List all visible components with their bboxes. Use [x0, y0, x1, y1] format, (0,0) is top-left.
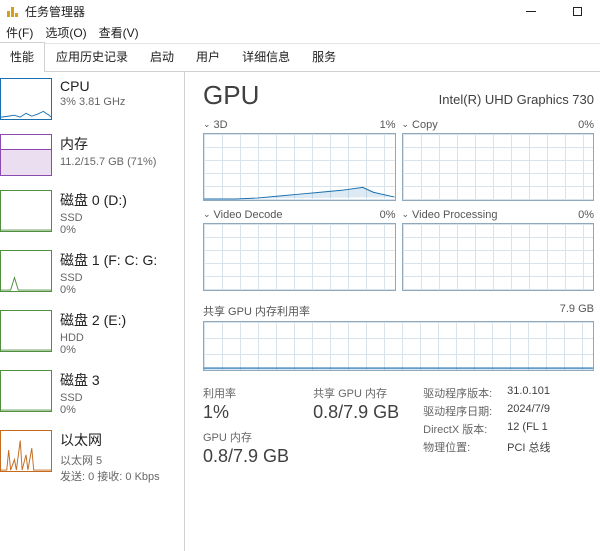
sidebar-item-sub: 以太网 5 [60, 452, 160, 468]
disk-thumb-icon [0, 310, 52, 352]
maximize-button[interactable] [554, 0, 600, 22]
chart-copy: ⌄Copy 0% [402, 119, 595, 201]
menu-view[interactable]: 查看(V) [93, 24, 145, 41]
shared-label: 共享 GPU 内存利用率 [203, 303, 310, 319]
stat-shared-memory: 共享 GPU 内存 0.8/7.9 GB [313, 385, 399, 467]
chart-area [203, 321, 594, 371]
sidebar-item-stat: 0% [60, 344, 126, 356]
chart-label: Video Decode [214, 209, 283, 221]
sidebar-item-label: 磁盘 3 [60, 370, 100, 390]
info-val: 2024/7/9 [507, 403, 550, 419]
chart-label: Copy [412, 119, 438, 131]
sidebar-item-label: 磁盘 1 (F: C: G: [60, 250, 157, 270]
disk-thumb-icon [0, 190, 52, 232]
ethernet-thumb-icon [0, 430, 52, 472]
sidebar-item-stat: 3% 3.81 GHz [60, 96, 125, 108]
sidebar-item-cpu[interactable]: CPU 3% 3.81 GHz [0, 72, 184, 128]
sidebar-item-disk1[interactable]: 磁盘 1 (F: C: G: SSD 0% [0, 244, 184, 304]
minimize-button[interactable] [508, 0, 554, 22]
main-panel: GPU Intel(R) UHD Graphics 730 ⌄3D 1% ⌄Co… [185, 72, 600, 551]
tab-details[interactable]: 详细信息 [231, 42, 301, 71]
chart-video-decode: ⌄Video Decode 0% [203, 209, 396, 291]
shared-gpu-chart: 共享 GPU 内存利用率 7.9 GB [203, 303, 600, 371]
info-key: DirectX 版本: [423, 421, 507, 437]
sidebar-item-memory[interactable]: 内存 11.2/15.7 GB (71%) [0, 128, 184, 184]
tab-startup[interactable]: 启动 [139, 42, 185, 71]
tab-app-history[interactable]: 应用历史记录 [45, 42, 139, 71]
sidebar-item-sub: SSD [60, 272, 157, 284]
sidebar-item-stat: 0% [60, 224, 127, 236]
info-val: 12 (FL 1 [507, 421, 548, 437]
sidebar-item-sub: HDD [60, 332, 126, 344]
stat-gpu-memory: GPU 内存 0.8/7.9 GB [203, 429, 289, 467]
chart-area [203, 133, 396, 201]
app-icon [6, 4, 20, 18]
chevron-down-icon[interactable]: ⌄ [203, 209, 211, 219]
chart-label: Video Processing [412, 209, 497, 221]
stat-value: 1% [203, 402, 289, 423]
gpu-info: 驱动程序版本:31.0.101 驱动程序日期:2024/7/9 DirectX … [423, 385, 550, 467]
stat-utilization: 利用率 1% [203, 385, 289, 423]
sidebar-item-stat: 0% [60, 284, 157, 296]
sidebar-item-sub: SSD [60, 392, 100, 404]
stat-value: 0.8/7.9 GB [313, 402, 399, 423]
gpu-heading: GPU [203, 80, 259, 111]
stat-label: 共享 GPU 内存 [313, 385, 399, 401]
sidebar-item-disk2[interactable]: 磁盘 2 (E:) HDD 0% [0, 304, 184, 364]
sidebar-item-ethernet[interactable]: 以太网 以太网 5 发送: 0 接收: 0 Kbps [0, 424, 184, 492]
sidebar-item-label: CPU [60, 78, 125, 94]
chart-pct: 0% [380, 209, 396, 221]
sidebar: CPU 3% 3.81 GHz 内存 11.2/15.7 GB (71%) 磁盘… [0, 72, 185, 551]
shared-max: 7.9 GB [560, 303, 594, 319]
sidebar-item-label: 内存 [60, 134, 156, 154]
info-key: 物理位置: [423, 439, 507, 455]
menubar: 件(F) 选项(O) 查看(V) [0, 22, 600, 44]
gpu-model: Intel(R) UHD Graphics 730 [439, 92, 594, 107]
chart-pct: 0% [578, 209, 594, 221]
sidebar-item-sub: SSD [60, 212, 127, 224]
disk-thumb-icon [0, 250, 52, 292]
chevron-down-icon[interactable]: ⌄ [402, 119, 410, 129]
gpu-header: GPU Intel(R) UHD Graphics 730 [203, 80, 600, 111]
sidebar-item-disk0[interactable]: 磁盘 0 (D:) SSD 0% [0, 184, 184, 244]
info-key: 驱动程序日期: [423, 403, 507, 419]
chart-area [402, 133, 595, 201]
sidebar-item-stat: 发送: 0 接收: 0 Kbps [60, 468, 160, 484]
chart-pct: 1% [380, 119, 396, 131]
sidebar-item-label: 以太网 [60, 430, 160, 450]
sidebar-item-stat: 11.2/15.7 GB (71%) [60, 156, 156, 168]
chart-pct: 0% [578, 119, 594, 131]
menu-file[interactable]: 件(F) [0, 24, 39, 41]
info-key: 驱动程序版本: [423, 385, 507, 401]
menu-options[interactable]: 选项(O) [39, 24, 92, 41]
chart-area [203, 223, 396, 291]
info-val: 31.0.101 [507, 385, 550, 401]
cpu-thumb-icon [0, 78, 52, 120]
chevron-down-icon[interactable]: ⌄ [203, 119, 211, 129]
info-val: PCI 总线 [507, 439, 550, 455]
stat-value: 0.8/7.9 GB [203, 446, 289, 467]
titlebar: 任务管理器 [0, 0, 600, 22]
window-title: 任务管理器 [25, 3, 85, 20]
sidebar-item-label: 磁盘 0 (D:) [60, 190, 127, 210]
tab-users[interactable]: 用户 [185, 42, 231, 71]
sidebar-item-disk3[interactable]: 磁盘 3 SSD 0% [0, 364, 184, 424]
window-controls [508, 0, 600, 22]
gpu-stats: 利用率 1% GPU 内存 0.8/7.9 GB 共享 GPU 内存 0.8/7… [203, 385, 600, 467]
chart-area [402, 223, 595, 291]
disk-thumb-icon [0, 370, 52, 412]
chart-video-processing: ⌄Video Processing 0% [402, 209, 595, 291]
sidebar-item-label: 磁盘 2 (E:) [60, 310, 126, 330]
stat-label: 利用率 [203, 385, 289, 401]
tab-strip: 性能 应用历史记录 启动 用户 详细信息 服务 [0, 44, 600, 72]
chevron-down-icon[interactable]: ⌄ [402, 209, 410, 219]
sidebar-item-stat: 0% [60, 404, 100, 416]
memory-thumb-icon [0, 134, 52, 176]
tab-performance[interactable]: 性能 [0, 42, 45, 71]
stat-label: GPU 内存 [203, 429, 289, 445]
chart-3d: ⌄3D 1% [203, 119, 396, 201]
tab-services[interactable]: 服务 [301, 42, 347, 71]
chart-label: 3D [214, 119, 228, 131]
